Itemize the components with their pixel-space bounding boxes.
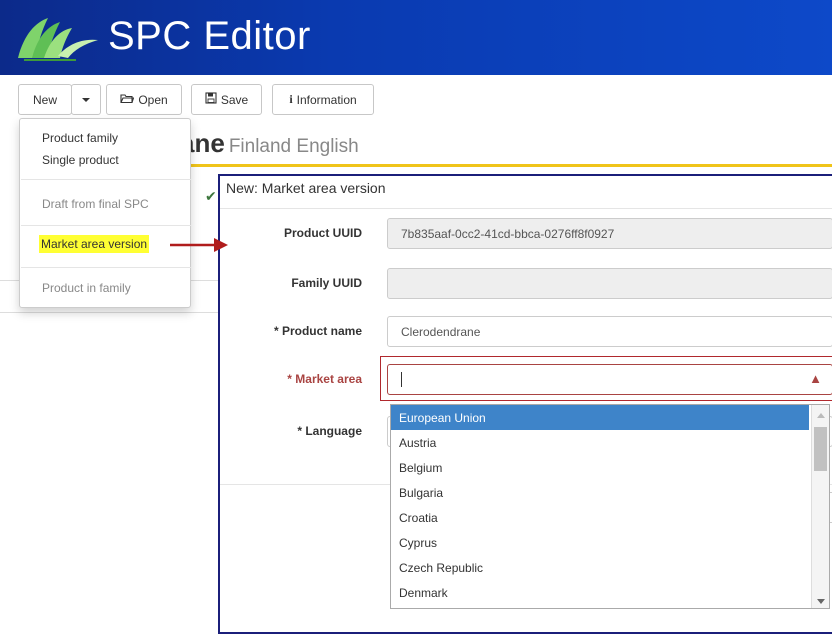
dialog-divider xyxy=(220,208,832,209)
menu-item-draft-from-final-spc[interactable]: Draft from final SPC xyxy=(42,197,149,211)
menu-item-market-area-version[interactable]: Market area version xyxy=(39,235,150,253)
dialog-title: New: Market area version xyxy=(226,180,386,196)
info-icon: i xyxy=(289,92,293,106)
scroll-up-icon[interactable] xyxy=(817,413,825,418)
option-austria[interactable]: Austria xyxy=(391,430,809,455)
market-area-label: * Market area xyxy=(287,372,362,386)
product-name-input[interactable]: Clerodendrane xyxy=(387,316,832,347)
menu-item-product-family[interactable]: Product family xyxy=(42,131,118,145)
annotation-arrow-icon xyxy=(170,238,228,252)
menu-item-product-in-family[interactable]: Product in family xyxy=(42,281,131,295)
divider xyxy=(0,312,218,313)
option-czech-republic[interactable]: Czech Republic xyxy=(391,555,809,580)
list-scrollbar[interactable] xyxy=(811,405,829,608)
logo-icon xyxy=(18,18,98,61)
save-button-label: Save xyxy=(220,92,249,107)
product-uuid-field: 7b835aaf-0cc2-41cd-bbca-0276ff8f0927 xyxy=(387,218,832,249)
product-name-value: Clerodendrane xyxy=(401,324,481,339)
scroll-down-icon[interactable] xyxy=(817,599,825,604)
information-button-label: Information xyxy=(296,92,357,107)
scroll-thumb[interactable] xyxy=(814,427,827,471)
save-button[interactable]: Save xyxy=(191,84,262,115)
floppy-disk-icon xyxy=(205,92,217,107)
new-button-label: New xyxy=(32,92,57,107)
open-button[interactable]: Open xyxy=(106,84,182,115)
new-dropdown-menu: Product family Single product Draft from… xyxy=(19,118,191,308)
folder-open-icon xyxy=(120,93,135,107)
page-title-subtitle: Finland English xyxy=(228,136,359,157)
option-bulgaria[interactable]: Bulgaria xyxy=(391,480,809,505)
option-denmark[interactable]: Denmark xyxy=(391,580,809,605)
warning-icon: ▲ xyxy=(809,371,822,386)
menu-divider xyxy=(21,267,191,268)
market-area-input[interactable]: ▲ xyxy=(387,364,832,395)
product-uuid-value: 7b835aaf-0cc2-41cd-bbca-0276ff8f0927 xyxy=(401,226,615,241)
text-cursor xyxy=(401,372,402,387)
option-cyprus[interactable]: Cyprus xyxy=(391,530,809,555)
family-uuid-field xyxy=(387,268,832,299)
option-croatia[interactable]: Croatia xyxy=(391,505,809,530)
heading-divider xyxy=(180,164,832,167)
app-title: SPC Editor xyxy=(108,14,311,58)
option-belgium[interactable]: Belgium xyxy=(391,455,809,480)
language-label: * Language xyxy=(297,424,362,438)
menu-divider xyxy=(21,179,191,180)
product-name-label: * Product name xyxy=(273,324,362,338)
check-icon: ✔ xyxy=(205,188,217,204)
new-dropdown-toggle[interactable] xyxy=(71,84,101,115)
app-header: SPC Editor xyxy=(0,0,832,75)
family-uuid-label: Family UUID xyxy=(291,276,362,290)
menu-item-single-product[interactable]: Single product xyxy=(42,153,119,167)
menu-item-market-area-version-label: Market area version xyxy=(39,235,150,253)
open-button-label: Open xyxy=(138,92,168,107)
menu-divider xyxy=(21,225,191,226)
new-button[interactable]: New xyxy=(18,84,72,115)
chevron-down-icon xyxy=(82,97,90,102)
product-uuid-label: Product UUID xyxy=(284,226,362,240)
market-area-options-list: European Union Austria Belgium Bulgaria … xyxy=(390,404,830,609)
page-title: ane Finland English xyxy=(180,128,359,162)
option-european-union[interactable]: European Union xyxy=(391,405,809,430)
information-button[interactable]: i Information xyxy=(272,84,374,115)
